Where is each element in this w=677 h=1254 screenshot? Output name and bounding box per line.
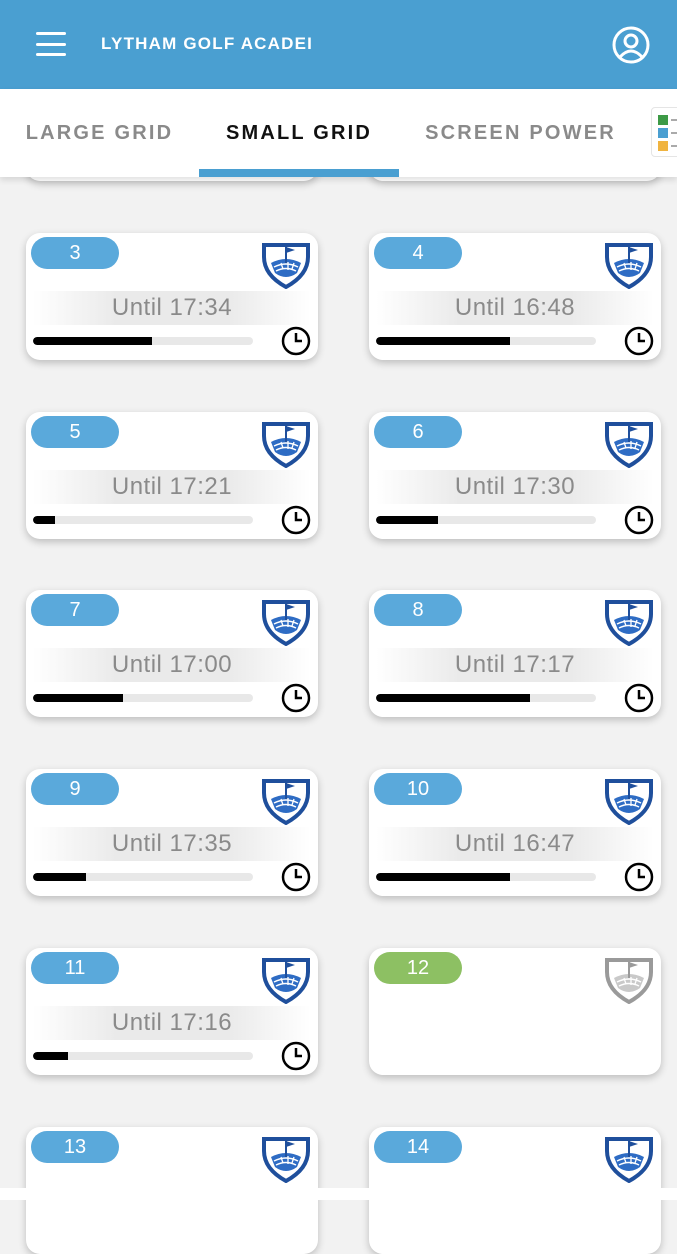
bay-card[interactable]: 3 Until 17:34 (26, 233, 318, 360)
bay-until-time: Until 17:30 (376, 470, 654, 504)
topgolf-logo-icon (261, 956, 311, 1005)
clock-icon[interactable] (624, 326, 654, 356)
bottom-nav-bar (0, 1188, 677, 1200)
bay-number-badge: 5 (31, 416, 119, 448)
bay-card[interactable]: 10 Until 16:47 (369, 769, 661, 896)
bay-number-badge: 7 (31, 594, 119, 626)
session-progress-fill (376, 873, 511, 881)
bay-until-time: Until 17:34 (33, 291, 311, 325)
clock-icon[interactable] (624, 862, 654, 892)
topgolf-logo-icon (261, 598, 311, 647)
tab-large-grid[interactable]: LARGE GRID (0, 89, 199, 177)
bay-card[interactable]: 11 Until 17:16 (26, 948, 318, 1075)
app-title: LYTHAM GOLF ACADEI (101, 34, 314, 53)
bay-number-badge: 12 (374, 952, 462, 984)
active-tab-indicator (199, 169, 399, 177)
session-progress-bar (33, 516, 253, 524)
topgolf-logo-icon (261, 241, 311, 290)
bay-number-badge: 6 (374, 416, 462, 448)
view-tabs: LARGE GRID SMALL GRID SCREEN POWER (0, 89, 677, 177)
session-progress-bar (376, 337, 596, 345)
clock-icon[interactable] (624, 683, 654, 713)
bay-until-time: Until 17:00 (33, 648, 311, 682)
bay-card[interactable]: 4 Until 16:48 (369, 233, 661, 360)
clock-icon[interactable] (281, 683, 311, 713)
topgolf-logo-icon (604, 598, 654, 647)
session-progress-fill (376, 337, 511, 345)
bay-until-time: Until 17:21 (33, 470, 311, 504)
session-progress-fill (33, 337, 152, 345)
hamburger-menu-icon[interactable] (36, 32, 66, 56)
session-progress-bar (33, 337, 253, 345)
topgolf-logo-icon (604, 241, 654, 290)
session-progress-bar (376, 873, 596, 881)
bay-number-badge: 4 (374, 237, 462, 269)
bay-number-badge: 8 (374, 594, 462, 626)
bay-card[interactable]: 9 Until 17:35 (26, 769, 318, 896)
bay-number-badge: 3 (31, 237, 119, 269)
bay-until-time: Until 17:35 (33, 827, 311, 861)
session-progress-fill (376, 516, 438, 524)
bay-card[interactable]: 7 Until 17:00 (26, 590, 318, 717)
session-progress-fill (33, 516, 55, 524)
bay-card[interactable]: 8 Until 17:17 (369, 590, 661, 717)
session-progress-fill (33, 1052, 69, 1060)
bay-until-time: Until 17:17 (376, 648, 654, 682)
topgolf-logo-icon (604, 956, 654, 1005)
session-progress-bar (376, 694, 596, 702)
bay-until-time: Until 16:48 (376, 291, 654, 325)
session-progress-fill (33, 694, 124, 702)
bay-number-badge: 14 (374, 1131, 462, 1163)
session-progress-bar (376, 516, 596, 524)
bay-until-time: Until 17:16 (33, 1006, 311, 1040)
topgolf-logo-icon (604, 1135, 654, 1184)
clock-icon[interactable] (281, 326, 311, 356)
bay-card[interactable]: 12 (369, 948, 661, 1075)
app-header: LYTHAM GOLF ACADEI (0, 0, 677, 89)
bay-number-badge: 13 (31, 1131, 119, 1163)
session-progress-bar (33, 873, 253, 881)
bay-card[interactable]: 5 Until 17:21 (26, 412, 318, 539)
tab-small-grid[interactable]: SMALL GRID (199, 89, 399, 177)
clock-icon[interactable] (281, 505, 311, 535)
session-progress-bar (33, 1052, 253, 1060)
tab-screen-power[interactable]: SCREEN POWER (399, 89, 642, 177)
clock-icon[interactable] (281, 1041, 311, 1071)
topgolf-logo-icon (261, 420, 311, 469)
bay-number-badge: 10 (374, 773, 462, 805)
topgolf-logo-icon (261, 777, 311, 826)
bay-card[interactable]: 6 Until 17:30 (369, 412, 661, 539)
list-view-icon[interactable] (651, 107, 677, 157)
bay-until-time: Until 16:47 (376, 827, 654, 861)
topgolf-logo-icon (604, 777, 654, 826)
session-progress-fill (376, 694, 530, 702)
topgolf-logo-icon (261, 1135, 311, 1184)
session-progress-fill (33, 873, 86, 881)
session-progress-bar (33, 694, 253, 702)
clock-icon[interactable] (624, 505, 654, 535)
clock-icon[interactable] (281, 862, 311, 892)
user-profile-icon[interactable] (612, 26, 650, 64)
topgolf-logo-icon (604, 420, 654, 469)
bay-number-badge: 9 (31, 773, 119, 805)
bay-number-badge: 11 (31, 952, 119, 984)
